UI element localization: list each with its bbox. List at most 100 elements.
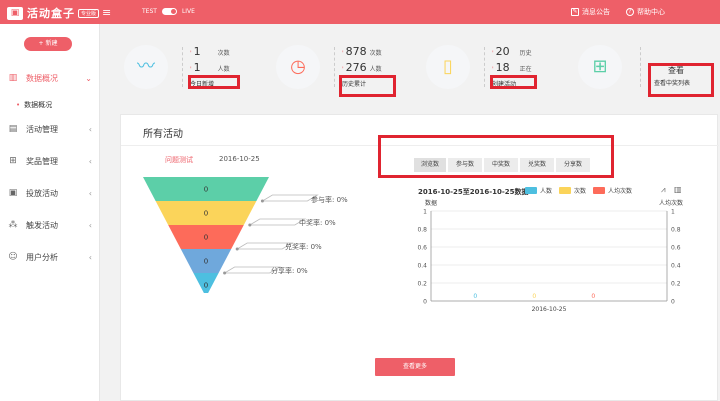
chevron-left-icon: ‹ bbox=[88, 156, 92, 166]
stat-unit: 人数 bbox=[217, 66, 230, 73]
help-icon: ? bbox=[626, 8, 634, 16]
chevron-down-icon: ⌄ bbox=[85, 73, 92, 83]
sidebar-item-launch[interactable]: ▣ 投放活动 ‹ bbox=[0, 185, 100, 201]
stat-value: 276 bbox=[345, 61, 367, 74]
activity-name[interactable]: 问题测试 bbox=[165, 155, 193, 165]
funnel-rate-label: 分享率: 0% bbox=[271, 267, 308, 275]
stat-value: 1 bbox=[193, 61, 201, 74]
menu-toggle-icon[interactable]: ≡ bbox=[102, 6, 111, 19]
env-test-label: TEST bbox=[142, 8, 157, 15]
bar-data-label: 0 bbox=[473, 293, 477, 300]
stat-unit: 历史 bbox=[519, 50, 532, 57]
divider bbox=[640, 47, 641, 87]
environment-switch[interactable]: TEST LIVE bbox=[142, 8, 195, 15]
activities-panel: 所有活动 问题测试 2016-10-25 0 0 0 0 0 参与率: 0% 中奖率: … bbox=[120, 114, 719, 401]
sidebar-item-label: 数据概况 bbox=[26, 73, 58, 83]
highlight-box bbox=[378, 135, 614, 178]
y-tick-label-right: 1 bbox=[671, 209, 675, 216]
legend-label: 人数 bbox=[540, 188, 553, 195]
legend-swatch bbox=[525, 187, 537, 194]
document-icon: ▤ bbox=[8, 124, 18, 134]
chevron-left-icon: ‹ bbox=[88, 252, 92, 262]
y-tick-label-right: 0.6 bbox=[671, 245, 681, 252]
funnel-rate-label: 中奖率: 0% bbox=[299, 219, 336, 227]
sidebar-item-users[interactable]: ☺ 用户分析 ‹ bbox=[0, 249, 100, 265]
stat-value: 878 bbox=[345, 45, 367, 58]
legend-swatch bbox=[559, 187, 571, 194]
funnel-value: 0 bbox=[204, 258, 208, 266]
y-tick-label-right: 0 bbox=[671, 299, 675, 306]
funnel-connector bbox=[262, 194, 319, 202]
trend-icon: 〰 bbox=[124, 45, 168, 89]
divider bbox=[334, 47, 335, 87]
sidebar-item-label: 奖品管理 bbox=[26, 156, 58, 166]
legend-swatch bbox=[593, 187, 605, 194]
brand-name: 活动盒子 bbox=[27, 7, 75, 20]
y-tick-label-right: 0.4 bbox=[671, 263, 681, 270]
image-icon: ▣ bbox=[8, 188, 18, 198]
y-tick-label: 0.6 bbox=[417, 245, 427, 252]
bar-data-label: 0 bbox=[591, 293, 595, 300]
env-toggle[interactable] bbox=[161, 8, 177, 15]
chevron-left-icon: ‹ bbox=[88, 220, 92, 230]
stat-value: 20 bbox=[495, 45, 510, 58]
stat-unit: 人数 bbox=[369, 66, 382, 73]
gift-icon: ⊞ bbox=[9, 156, 17, 166]
y-axis-left-label: 数据 bbox=[425, 200, 438, 207]
brand-badge: 专业版 bbox=[78, 8, 100, 18]
document-icon: ▯ bbox=[426, 45, 470, 89]
box-icon: ▣ bbox=[7, 6, 23, 20]
funnel-value: 0 bbox=[204, 186, 208, 194]
funnel-connector bbox=[236, 242, 294, 250]
bar-chart: 1 1 0.8 0.8 0.6 0.6 0.4 0.4 0.2 0.2 0 0 2016-10-25 0 0… bbox=[417, 209, 681, 314]
view-more-button[interactable]: 查看更多 bbox=[375, 358, 455, 376]
sidebar-item-overview[interactable]: ▥ 数据概况 ⌄ bbox=[0, 70, 100, 86]
chevron-left-icon: ‹ bbox=[88, 188, 92, 198]
sidebar-item-activities[interactable]: ▤ 活动管理 ‹ bbox=[0, 121, 100, 137]
env-live-label: LIVE bbox=[181, 8, 195, 15]
funnel-dot bbox=[223, 271, 227, 275]
funnel-dot bbox=[248, 223, 252, 227]
help-link[interactable]: ? 帮助中心 bbox=[626, 7, 665, 17]
sidebar-item-prizes[interactable]: ⊞ 奖品管理 ‹ bbox=[0, 153, 100, 169]
highlight-box bbox=[339, 75, 396, 97]
y-tick-label: 1 bbox=[423, 209, 427, 216]
line-chart-icon[interactable]: ⩘ bbox=[661, 185, 666, 195]
funnel-connector bbox=[249, 218, 307, 226]
clock-icon: ◷ bbox=[276, 45, 320, 89]
legend-item[interactable]: 次数 bbox=[559, 186, 586, 195]
chart-icon: ▥ bbox=[8, 73, 18, 83]
funnel-dot bbox=[260, 199, 264, 203]
highlight-box bbox=[648, 63, 714, 97]
brand-logo[interactable]: ▣ 活动盒子 专业版 bbox=[7, 5, 100, 21]
stat-unit: 次数 bbox=[369, 50, 382, 57]
sidebar-item-label: 触发活动 bbox=[26, 220, 58, 230]
legend-label: 次数 bbox=[574, 188, 587, 195]
network-icon: ⁂ bbox=[8, 220, 18, 230]
sidebar-subitem-overview[interactable]: 数据概况 bbox=[16, 100, 52, 110]
divider bbox=[182, 47, 183, 87]
bar-chart-icon[interactable]: ▥ bbox=[674, 185, 682, 194]
funnel-dot bbox=[235, 247, 239, 251]
sidebar-item-label: 活动管理 bbox=[26, 124, 58, 134]
sidebar: + 新建 ▥ 数据概况 ⌄ 数据概况 ▤ 活动管理 ‹ ⊞ 奖品管理 ‹ ▣ 投… bbox=[0, 24, 100, 401]
sidebar-item-triggers[interactable]: ⁂ 触发活动 ‹ bbox=[0, 217, 100, 233]
help-label: 帮助中心 bbox=[637, 8, 665, 16]
y-axis-right-label: 人均次数 bbox=[659, 200, 684, 207]
chart-title: 2016-10-25至2016-10-25数据 bbox=[418, 188, 529, 196]
conversion-funnel: 0 0 0 0 0 bbox=[143, 177, 319, 293]
funnel-rate-label: 参与率: 0% bbox=[311, 196, 348, 204]
notice-link[interactable]: ✎ 消息公告 bbox=[571, 7, 610, 17]
funnel-value: 0 bbox=[204, 210, 208, 218]
stat-value: 18 bbox=[495, 61, 510, 74]
new-button[interactable]: + 新建 bbox=[24, 37, 72, 51]
legend-item[interactable]: 人数 bbox=[525, 186, 552, 195]
user-icon: ☺ bbox=[8, 252, 18, 262]
stat-unit: 次数 bbox=[217, 50, 230, 57]
gift-icon: ⊞ bbox=[578, 45, 622, 89]
legend-item[interactable]: 人均次数 bbox=[593, 186, 632, 195]
y-tick-label-right: 0.8 bbox=[671, 227, 681, 234]
y-tick-label: 0.2 bbox=[417, 281, 427, 288]
activity-date: 2016-10-25 bbox=[219, 155, 260, 163]
stat-value: 1 bbox=[193, 45, 201, 58]
